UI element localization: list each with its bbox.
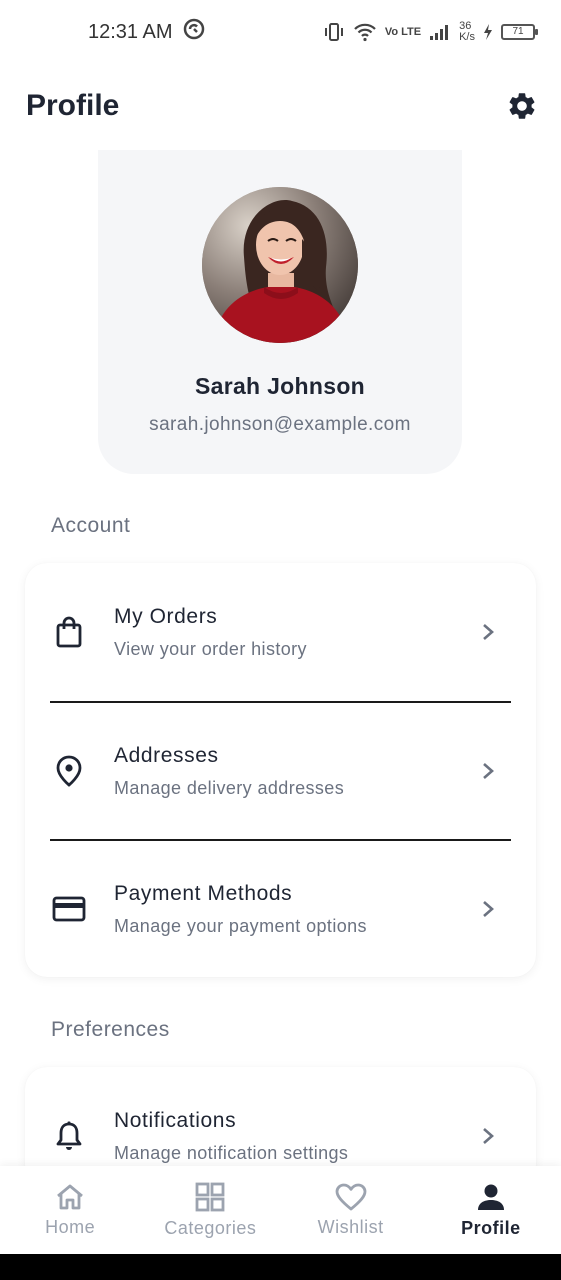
status-bar: 12:31 AM Vo LTE 36 K/s 71: [0, 0, 561, 64]
gear-icon: [509, 93, 535, 119]
vibrate-icon: [323, 22, 345, 42]
grid-icon: [195, 1182, 225, 1211]
menu-item-text: Notifications Manage notification settin…: [114, 1109, 477, 1164]
menu-item-payment-methods[interactable]: Payment Methods Manage your payment opti…: [50, 839, 511, 977]
system-gesture-bar: [0, 1254, 561, 1280]
nav-item-home[interactable]: Home: [0, 1166, 140, 1254]
menu-item-title: My Orders: [114, 604, 218, 628]
network-speed: 36 K/s: [459, 21, 475, 43]
profile-email: sarah.johnson@example.com: [149, 414, 411, 435]
account-menu-card: My Orders View your order history Addres…: [25, 563, 536, 977]
heart-icon: [335, 1183, 367, 1210]
profile-card: Sarah Johnson sarah.johnson@example.com: [98, 150, 462, 474]
nav-label: Categories: [164, 1217, 257, 1238]
speed-unit: K/s: [459, 31, 475, 43]
chevron-right-icon: [477, 621, 499, 643]
settings-button[interactable]: [505, 89, 539, 123]
status-time: 12:31 AM: [88, 20, 173, 43]
menu-item-my-orders[interactable]: My Orders View your order history: [50, 563, 511, 701]
network-type: Vo LTE: [384, 25, 422, 38]
wifi-icon: [353, 22, 377, 42]
menu-item-text: Addresses Manage delivery addresses: [114, 744, 477, 799]
avatar[interactable]: [202, 187, 358, 343]
app-header: Profile: [0, 74, 561, 138]
nav-label: Profile: [461, 1217, 521, 1238]
menu-item-addresses[interactable]: Addresses Manage delivery addresses: [50, 701, 511, 839]
page-title: Profile: [26, 89, 120, 122]
nav-item-profile[interactable]: Profile: [421, 1166, 561, 1254]
nav-item-categories[interactable]: Categories: [140, 1166, 280, 1254]
charging-icon: [483, 24, 493, 40]
menu-item-subtitle: View your order history: [114, 638, 307, 659]
chevron-right-icon: [477, 1125, 499, 1147]
chevron-right-icon: [477, 898, 499, 920]
chevron-right-icon: [477, 760, 499, 782]
bell-icon: [50, 1117, 88, 1155]
menu-item-subtitle: Manage delivery addresses: [114, 777, 345, 798]
status-right: Vo LTE 36 K/s 71: [323, 21, 538, 43]
shopping-bag-icon: [50, 613, 88, 651]
nav-label: Wishlist: [317, 1216, 384, 1237]
status-left: 12:31 AM: [88, 18, 205, 46]
signal-icon: [429, 23, 451, 41]
battery-icon: 71: [501, 24, 538, 40]
menu-item-title: Addresses: [114, 743, 219, 767]
profile-name: Sarah Johnson: [194, 373, 366, 399]
home-icon: [57, 1184, 84, 1209]
credit-card-icon: [50, 890, 88, 928]
nav-item-wishlist[interactable]: Wishlist: [281, 1166, 421, 1254]
location-pin-icon: [50, 752, 88, 790]
menu-item-subtitle: Manage notification settings: [114, 1142, 349, 1163]
menu-item-subtitle: Manage your payment options: [114, 915, 367, 936]
avatar-portrait: [202, 187, 358, 343]
menu-item-title: Notifications: [114, 1108, 237, 1132]
sync-icon: [183, 18, 205, 46]
person-icon: [477, 1184, 504, 1210]
menu-item-text: Payment Methods Manage your payment opti…: [114, 882, 477, 937]
menu-item-title: Payment Methods: [114, 881, 293, 905]
nav-label: Home: [45, 1216, 96, 1237]
menu-item-text: My Orders View your order history: [114, 605, 477, 660]
section-title-preferences: Preferences: [51, 1018, 170, 1041]
bottom-nav: Home Categories Wishlist Profile: [0, 1166, 561, 1254]
section-title-account: Account: [51, 514, 131, 537]
